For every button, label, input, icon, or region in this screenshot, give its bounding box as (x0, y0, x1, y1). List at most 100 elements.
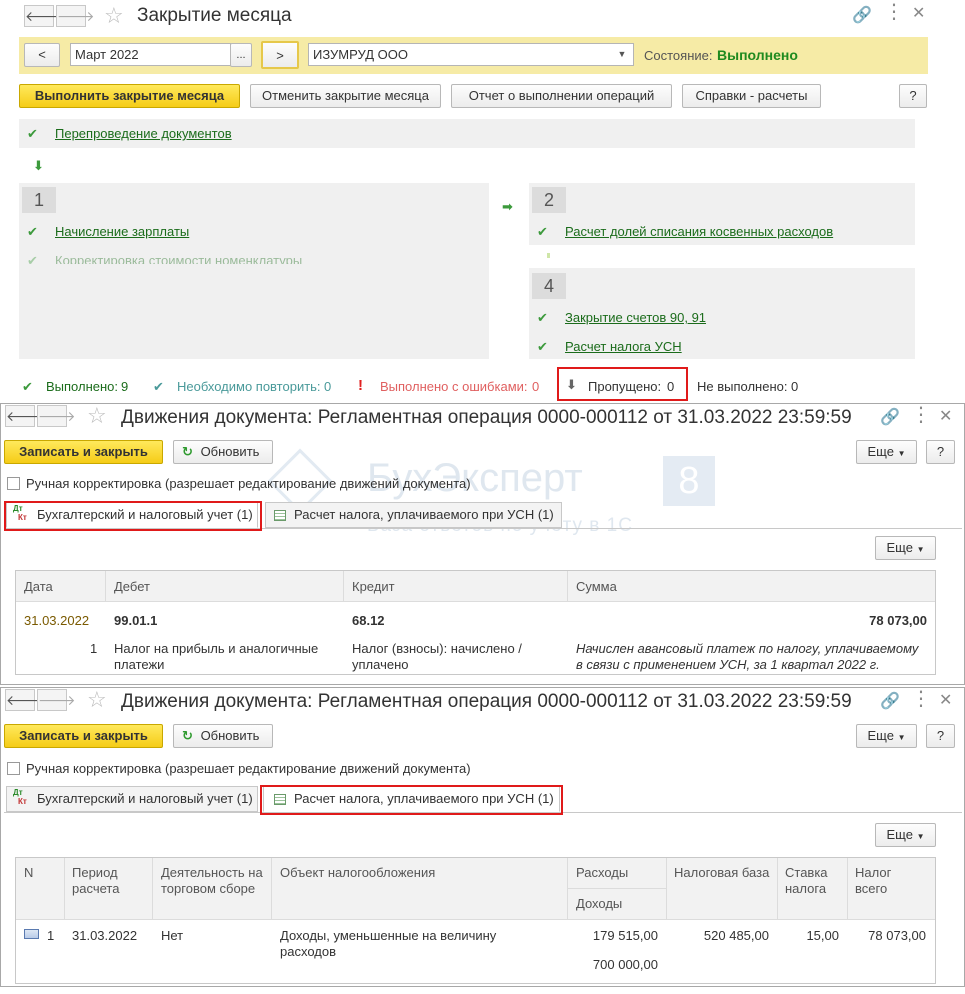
header-rate[interactable]: Ставка налога (785, 865, 843, 897)
refresh-button[interactable]: ↻ Обновить (173, 440, 273, 464)
back-button[interactable]: 🡐 (5, 689, 44, 711)
refresh-button[interactable]: ↻ Обновить (173, 724, 273, 748)
salary-link[interactable]: Начисление зарплаты (55, 224, 189, 239)
reposting-link[interactable]: Перепроведение документов (55, 126, 232, 141)
help-button[interactable]: ? (899, 84, 927, 108)
back-button[interactable]: 🡐 (24, 5, 63, 27)
link-icon[interactable]: 🔗 (880, 694, 900, 710)
tab-usn-label: Расчет налога, уплачиваемого при УСН (1) (294, 507, 554, 522)
prev-period-button[interactable]: < (24, 43, 60, 67)
period-select-button[interactable]: ... (230, 43, 252, 67)
back-button[interactable]: 🡐 (5, 405, 44, 427)
refresh-icon: ↻ (182, 444, 193, 459)
cost-correction-link[interactable]: Корректировка стоимости номенклатуры (55, 253, 302, 264)
header-expenses[interactable]: Расходы (576, 865, 628, 881)
check-icon: ✔ (27, 253, 38, 264)
row-rate: 15,00 (806, 928, 839, 943)
row-credit: 68.12 (352, 613, 385, 628)
dt-label: Дт (13, 788, 23, 797)
check-icon: ✔ (22, 379, 33, 394)
indirect-costs-link[interactable]: Расчет долей списания косвенных расходов (565, 224, 833, 239)
manual-correction-checkbox[interactable] (7, 762, 20, 775)
usn-tax-link[interactable]: Расчет налога УСН (565, 339, 682, 354)
operations-report-button[interactable]: Отчет о выполнении операций (451, 84, 672, 108)
next-period-button[interactable]: > (261, 41, 299, 69)
notdone-label: Не выполнено: (697, 379, 788, 394)
dt-kt-icon: Дт Кт (13, 788, 27, 806)
close-accounts-link[interactable]: Закрытие счетов 90, 91 (565, 310, 706, 325)
header-income[interactable]: Доходы (576, 896, 622, 912)
table-row[interactable]: 1 31.03.2022 Нет Доходы, уменьшенные на … (16, 921, 935, 983)
more-button[interactable]: Еще ▼ (856, 440, 917, 464)
header-date[interactable]: Дата (24, 579, 53, 595)
period-field[interactable]: Март 2022 (70, 43, 231, 66)
row-period: 31.03.2022 (72, 928, 138, 943)
header-base[interactable]: Налоговая база (674, 865, 769, 881)
tab-usn[interactable]: Расчет налога, уплачиваемого при УСН (1) (265, 502, 562, 528)
row-amount: 78 073,00 (869, 613, 927, 628)
header-activity[interactable]: Деятельность на торговом сборе (161, 865, 269, 897)
skipped-count: 0 (667, 379, 675, 394)
forward-button[interactable]: 🡒 (37, 689, 76, 711)
arrow-right-icon: ➡ (502, 199, 513, 214)
favorite-star-icon[interactable]: ☆ (87, 689, 107, 711)
save-close-button[interactable]: Записать и закрыть (4, 440, 163, 464)
row-date: 31.03.2022 (24, 613, 90, 628)
run-closing-button[interactable]: Выполнить закрытие месяца (19, 84, 240, 108)
col-divider (847, 858, 848, 920)
done-label: Выполнено: (46, 379, 119, 394)
header-tax[interactable]: Налог всего (855, 865, 915, 897)
manual-correction-checkbox[interactable] (7, 477, 20, 490)
table-row[interactable]: 31.03.2022 99.01.1 68.12 78 073,00 1 Нал… (16, 603, 935, 674)
save-close-button[interactable]: Записать и закрыть (4, 724, 163, 748)
usn-table: N Период расчета Деятельность на торгово… (15, 857, 936, 984)
forward-button[interactable]: 🡒 (56, 5, 95, 27)
manual-correction-label: Ручная корректировка (разрешает редактир… (26, 476, 471, 491)
close-icon[interactable]: ✕ (912, 6, 925, 22)
help-button[interactable]: ? (926, 724, 955, 748)
link-icon[interactable]: 🔗 (880, 410, 900, 426)
close-icon[interactable]: ✕ (939, 693, 952, 709)
repeat-label: Необходимо повторить: (177, 379, 321, 394)
calculations-button[interactable]: Справки - расчеты (682, 84, 821, 108)
more-menu-icon[interactable]: ⋮ (884, 2, 904, 22)
step4-number: 4 (532, 273, 566, 299)
header-credit[interactable]: Кредит (352, 579, 395, 595)
organization-field[interactable]: ИЗУМРУД ООО (308, 43, 634, 66)
dropdown-icon: ▼ (916, 832, 925, 841)
dropdown-icon: ▼ (897, 449, 906, 458)
table-more-button[interactable]: Еще ▼ (875, 823, 936, 847)
header-object[interactable]: Объект налогообложения (280, 865, 435, 881)
more-label: Еще (867, 728, 894, 743)
row-object: Доходы, уменьшенные на величину расходов (280, 928, 497, 959)
row-credit-sub: Налог (взносы): начислено / уплачено (352, 641, 522, 672)
state-value: Выполнено (717, 47, 798, 63)
header-period[interactable]: Период расчета (72, 865, 148, 897)
more-menu-icon[interactable]: ⋮ (911, 405, 931, 425)
more-label: Еще (886, 827, 913, 842)
more-menu-icon[interactable]: ⋮ (911, 689, 931, 709)
row-debit: 99.01.1 (114, 613, 158, 628)
dropdown-arrow-icon[interactable]: ▼ (612, 45, 632, 64)
header-n[interactable]: N (24, 865, 33, 881)
tab-accounting[interactable]: Дт Кт Бухгалтерский и налоговый учет (1) (6, 786, 258, 812)
table-more-button[interactable]: Еще ▼ (875, 536, 936, 560)
help-button[interactable]: ? (926, 440, 955, 464)
header-debit[interactable]: Дебет (114, 579, 150, 595)
header-amount[interactable]: Сумма (576, 579, 617, 595)
refresh-label: Обновить (200, 728, 260, 743)
favorite-star-icon[interactable]: ☆ (87, 405, 107, 427)
skipped-label: Пропущено: (588, 379, 662, 394)
more-button[interactable]: Еще ▼ (856, 724, 917, 748)
forward-button[interactable]: 🡒 (37, 405, 76, 427)
page-title: Закрытие месяца (137, 5, 292, 26)
page-title: Движения документа: Регламентная операци… (121, 691, 852, 712)
col-divider (271, 858, 272, 920)
step1-clipped-row: ✔ Корректировка стоимости номенклатуры (19, 251, 489, 264)
cancel-closing-button[interactable]: Отменить закрытие месяца (250, 84, 441, 108)
col-divider (567, 858, 568, 920)
favorite-star-icon[interactable]: ☆ (104, 5, 124, 27)
step1-number: 1 (22, 187, 56, 213)
close-icon[interactable]: ✕ (939, 409, 952, 425)
link-icon[interactable]: 🔗 (852, 8, 872, 24)
